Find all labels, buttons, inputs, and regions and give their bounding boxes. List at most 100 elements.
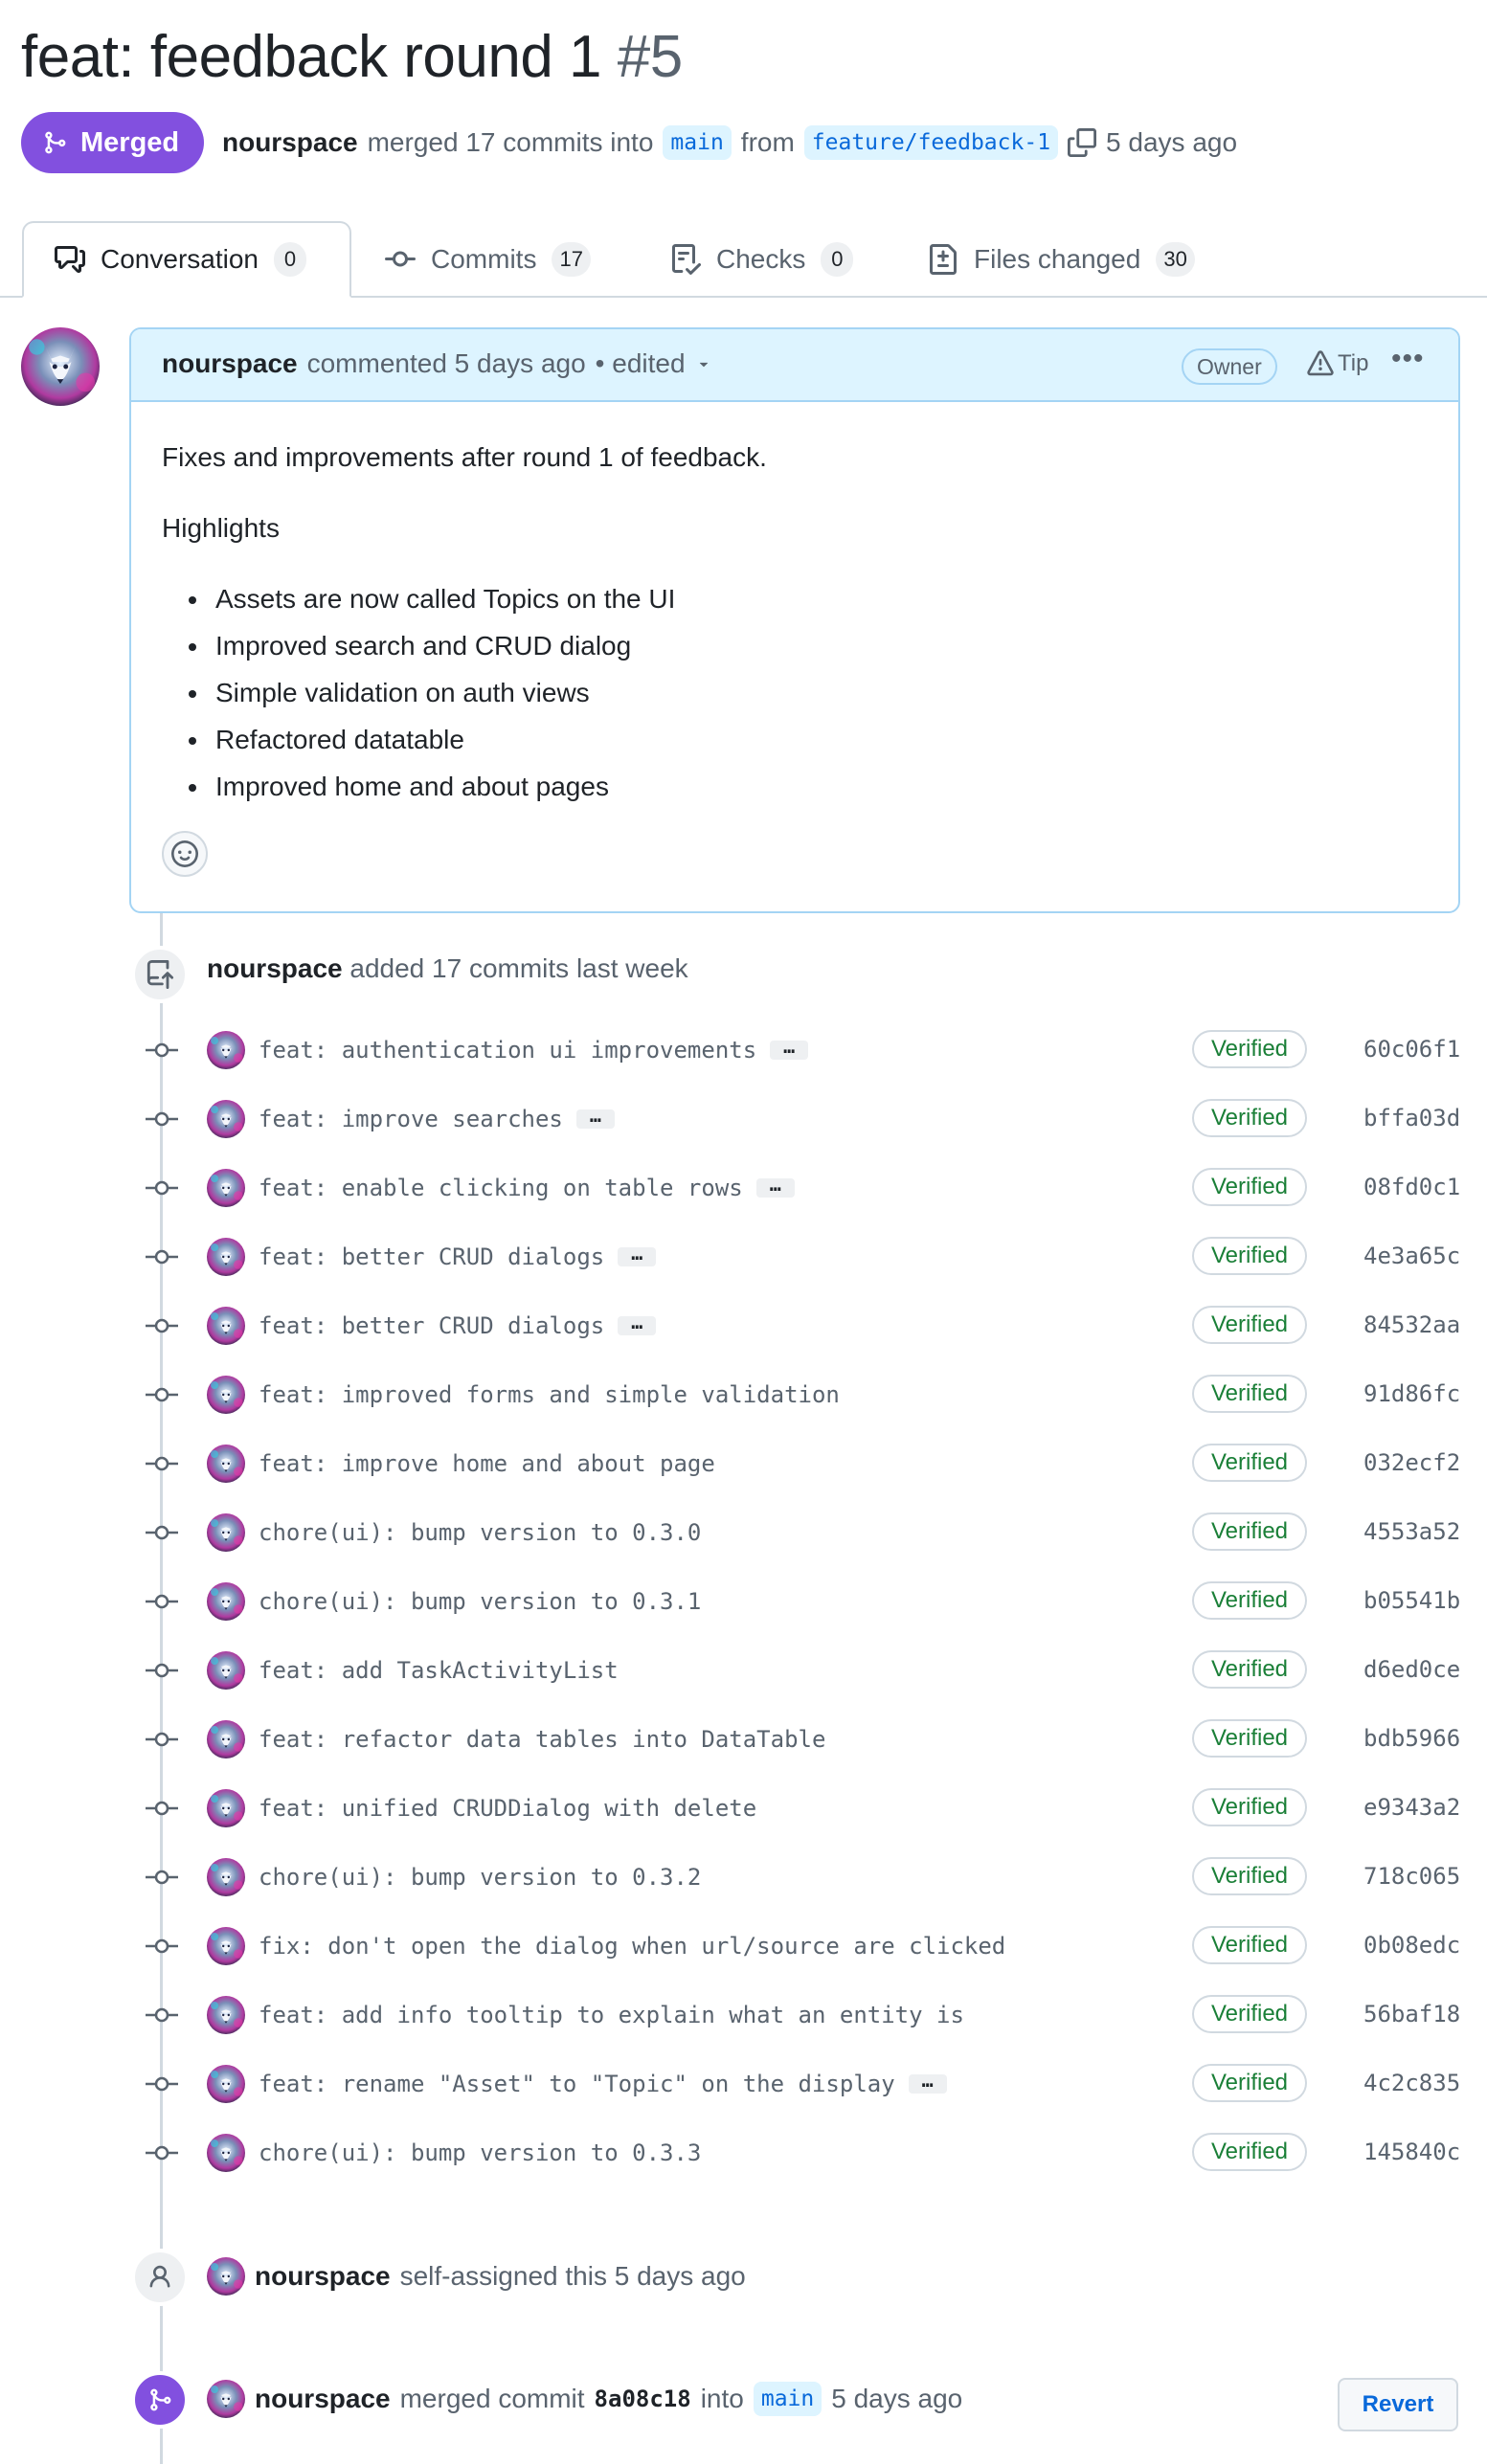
avatar[interactable] <box>207 1307 245 1345</box>
commit-sha[interactable]: 4553a52 <box>1363 1518 1460 1545</box>
commits-event-author[interactable]: nourspace <box>207 953 343 983</box>
commit-sha[interactable]: 4c2c835 <box>1363 2070 1460 2096</box>
edited-dropdown[interactable]: • edited <box>596 348 712 379</box>
expand-commit-button[interactable]: … <box>755 1175 795 1198</box>
avatar[interactable] <box>207 1238 245 1276</box>
verified-badge[interactable]: Verified <box>1192 1375 1307 1413</box>
commit-message[interactable]: feat: improve home and about page <box>259 1450 715 1477</box>
commit-message[interactable]: feat: add TaskActivityList <box>259 1657 619 1684</box>
commit-sha[interactable]: b05541b <box>1363 1587 1460 1614</box>
avatar[interactable] <box>207 1651 245 1690</box>
commit-sha[interactable]: 4e3a65c <box>1363 1243 1460 1269</box>
tip-button[interactable]: Tip <box>1307 350 1368 377</box>
comment-author-link[interactable]: nourspace <box>162 348 298 379</box>
commit-message[interactable]: fix: don't open the dialog when url/sour… <box>259 1933 1005 1960</box>
commit-message[interactable]: feat: better CRUD dialogs <box>259 1312 604 1339</box>
commit-message[interactable]: feat: enable clicking on table rows <box>259 1175 743 1201</box>
avatar[interactable] <box>207 1513 245 1552</box>
merged-event-icon <box>131 2371 189 2429</box>
avatar[interactable] <box>207 1720 245 1758</box>
verified-badge[interactable]: Verified <box>1192 1995 1307 2033</box>
expand-commit-button[interactable]: … <box>770 1037 809 1060</box>
commit-sha[interactable]: 84532aa <box>1363 1311 1460 1338</box>
avatar[interactable] <box>207 2065 245 2103</box>
head-branch[interactable]: feature/feedback-1 <box>803 125 1059 160</box>
tab-files-changed[interactable]: Files changed 30 <box>928 221 1195 298</box>
merge-text: merged 17 commits into <box>367 127 654 157</box>
avatar[interactable] <box>207 1582 245 1621</box>
commit-message[interactable]: feat: improve searches <box>259 1106 563 1132</box>
git-commit-icon <box>146 1180 178 1196</box>
tab-commits[interactable]: Commits 17 <box>385 221 591 298</box>
tab-conversation[interactable]: Conversation 0 <box>22 221 351 298</box>
commit-message[interactable]: feat: refactor data tables into DataTabl… <box>259 1726 825 1753</box>
commit-sha[interactable]: 91d86fc <box>1363 1380 1460 1407</box>
commit-message[interactable]: feat: authentication ui improvements <box>259 1037 756 1064</box>
verified-badge[interactable]: Verified <box>1192 1306 1307 1344</box>
kebab-horizontal-icon[interactable]: ••• <box>1391 343 1425 375</box>
commit-message[interactable]: chore(ui): bump version to 0.3.0 <box>259 1519 701 1546</box>
expand-commit-button[interactable]: … <box>908 2071 947 2094</box>
verified-badge[interactable]: Verified <box>1192 1099 1307 1137</box>
verified-badge[interactable]: Verified <box>1192 1444 1307 1482</box>
commit-sha[interactable]: 145840c <box>1363 2139 1460 2165</box>
commit-sha[interactable]: 60c06f1 <box>1363 1036 1460 1063</box>
revert-button[interactable]: Revert <box>1338 2378 1458 2431</box>
avatar[interactable] <box>207 1445 245 1483</box>
commit-sha[interactable]: 032ecf2 <box>1363 1449 1460 1476</box>
avatar[interactable] <box>207 1858 245 1896</box>
expand-commit-button[interactable]: … <box>575 1106 615 1129</box>
commit-sha[interactable]: 56baf18 <box>1363 2001 1460 2027</box>
commit-message[interactable]: chore(ui): bump version to 0.3.2 <box>259 1864 701 1891</box>
merge-commit-sha[interactable]: 8a08c18 <box>595 2386 691 2412</box>
avatar[interactable] <box>21 327 100 406</box>
verified-badge[interactable]: Verified <box>1192 1581 1307 1620</box>
avatar[interactable] <box>207 2380 245 2418</box>
expand-commit-button[interactable]: … <box>618 1243 657 1266</box>
tab-checks[interactable]: Checks 0 <box>670 221 854 298</box>
commit-sha[interactable]: bffa03d <box>1363 1105 1460 1131</box>
expand-commit-button[interactable]: … <box>618 1312 657 1335</box>
verified-badge[interactable]: Verified <box>1192 2133 1307 2171</box>
avatar[interactable] <box>207 1169 245 1207</box>
verified-badge[interactable]: Verified <box>1192 1512 1307 1551</box>
verified-badge[interactable]: Verified <box>1192 1926 1307 1964</box>
commit-message[interactable]: chore(ui): bump version to 0.3.3 <box>259 2139 701 2166</box>
commit-message[interactable]: chore(ui): bump version to 0.3.1 <box>259 1588 701 1615</box>
commit-sha[interactable]: bdb5966 <box>1363 1725 1460 1752</box>
commit-message[interactable]: feat: add info tooltip to explain what a… <box>259 2002 964 2028</box>
verified-badge[interactable]: Verified <box>1192 1237 1307 1275</box>
commit-sha[interactable]: d6ed0ce <box>1363 1656 1460 1683</box>
avatar[interactable] <box>207 2257 245 2296</box>
commit-message[interactable]: feat: improved forms and simple validati… <box>259 1381 840 1408</box>
commit-sha[interactable]: 718c065 <box>1363 1863 1460 1890</box>
verified-badge[interactable]: Verified <box>1192 2064 1307 2102</box>
merge-base-branch[interactable]: main <box>753 2382 822 2416</box>
verified-badge[interactable]: Verified <box>1192 1788 1307 1826</box>
verified-badge[interactable]: Verified <box>1192 1168 1307 1206</box>
avatar[interactable] <box>207 1376 245 1414</box>
pr-author-link[interactable]: nourspace <box>222 127 358 158</box>
verified-badge[interactable]: Verified <box>1192 1857 1307 1895</box>
assign-event-author[interactable]: nourspace <box>255 2261 391 2292</box>
avatar[interactable] <box>207 1031 245 1069</box>
avatar[interactable] <box>207 1789 245 1827</box>
commit-row: fix: don't open the dialog when url/sour… <box>0 1912 1487 1981</box>
base-branch[interactable]: main <box>663 125 732 160</box>
avatar[interactable] <box>207 1927 245 1965</box>
commit-message[interactable]: feat: unified CRUDDialog with delete <box>259 1795 756 1822</box>
merge-event-author[interactable]: nourspace <box>255 2384 391 2414</box>
verified-badge[interactable]: Verified <box>1192 1650 1307 1689</box>
commit-message[interactable]: feat: better CRUD dialogs <box>259 1243 604 1270</box>
verified-badge[interactable]: Verified <box>1192 1719 1307 1758</box>
commit-sha[interactable]: e9343a2 <box>1363 1794 1460 1821</box>
commit-sha[interactable]: 08fd0c1 <box>1363 1174 1460 1200</box>
verified-badge[interactable]: Verified <box>1192 1030 1307 1068</box>
copy-icon[interactable] <box>1068 128 1097 157</box>
add-reaction-button[interactable] <box>162 831 208 877</box>
commit-message[interactable]: feat: rename "Asset" to "Topic" on the d… <box>259 2071 895 2097</box>
avatar[interactable] <box>207 2134 245 2172</box>
commit-sha[interactable]: 0b08edc <box>1363 1932 1460 1959</box>
avatar[interactable] <box>207 1100 245 1138</box>
avatar[interactable] <box>207 1996 245 2034</box>
